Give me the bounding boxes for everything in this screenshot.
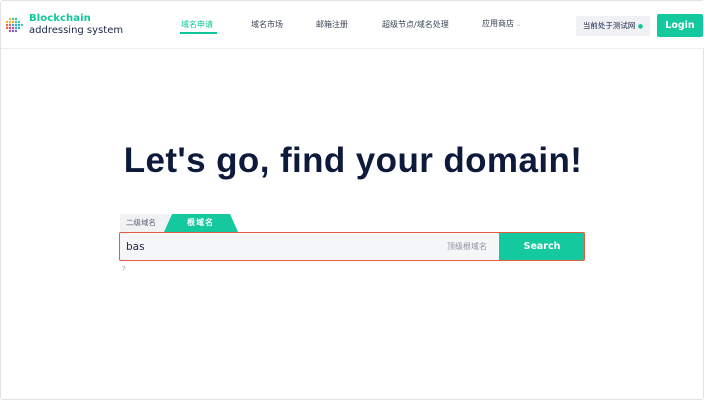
app-frame: Blockchain addressing system 域名申请 域名市场 邮… [0,0,704,400]
search-button[interactable]: Search [499,233,584,260]
nav-item-super-node[interactable]: 超级节点/域名处理 [382,19,449,30]
tab-root-domain-label: 根域名 [187,218,214,227]
login-button[interactable]: Login [657,14,703,37]
top-header: Blockchain addressing system 域名申请 域名市场 邮… [1,1,704,49]
chevron-down-icon: ⌄ [516,21,522,28]
nav-item-app-store[interactable]: 应用商店 ⌄ [482,18,521,29]
nav-active-underline [180,32,217,34]
blockchain-logo-icon [5,17,24,33]
nav-item-app-store-label: 应用商店 [482,19,514,28]
tab-root-domain[interactable]: 根域名 [164,214,238,232]
logo-subtitle: addressing system [29,25,124,36]
network-badge[interactable]: 当前处于测试网 ● [576,16,650,36]
logo[interactable]: Blockchain addressing system [5,12,125,40]
nav-item-domain-application[interactable]: 域名申请 [181,19,213,30]
network-badge-label: 当前处于测试网 [582,21,636,30]
domain-search-input[interactable] [120,233,440,260]
hero-title: Let's go, find your domain! [123,141,583,180]
nav-item-email-registration[interactable]: 邮箱注册 [316,19,348,30]
status-dot-icon: ● [637,23,644,30]
domain-search-box: 顶级根域名 Search [119,232,585,261]
help-icon[interactable]: ? [122,265,126,273]
nav-item-domain-market[interactable]: 域名市场 [251,19,283,30]
logo-title: Blockchain [29,13,91,24]
tab-second-level-domain[interactable]: 二级域名 [120,214,170,232]
tld-suffix-label: 顶级根域名 [447,242,487,251]
